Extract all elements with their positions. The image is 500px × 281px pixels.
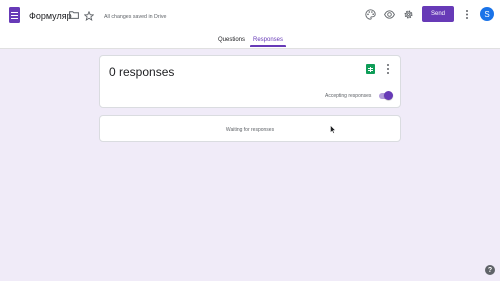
tab-responses[interactable]: Responses xyxy=(253,36,283,44)
mouse-cursor-icon xyxy=(330,121,336,134)
send-button[interactable]: Send xyxy=(422,6,454,22)
responses-count-heading: 0 responses xyxy=(109,65,175,79)
tab-questions[interactable]: Questions xyxy=(218,36,245,44)
google-forms-logo-icon[interactable] xyxy=(9,7,20,23)
star-icon[interactable] xyxy=(84,11,94,21)
summary-more-vert-icon[interactable] xyxy=(385,64,391,74)
account-avatar[interactable]: S xyxy=(480,7,494,21)
settings-gear-icon[interactable] xyxy=(403,9,414,20)
active-tab-indicator xyxy=(250,45,286,47)
form-title[interactable]: Формуляр xyxy=(29,10,72,22)
accepting-responses-toggle-thumb[interactable] xyxy=(384,91,393,100)
waiting-for-responses-card: Waiting for responses xyxy=(99,115,401,142)
top-bar: Формуляр All changes saved in Drive Send… xyxy=(0,0,500,49)
preview-eye-icon[interactable] xyxy=(384,10,395,19)
more-vert-icon[interactable] xyxy=(464,9,470,20)
accepting-responses-label: Accepting responses xyxy=(325,93,372,99)
save-status-text: All changes saved in Drive xyxy=(104,14,167,20)
google-sheets-icon[interactable] xyxy=(366,64,375,74)
waiting-for-responses-text: Waiting for responses xyxy=(225,127,275,133)
help-button[interactable]: ? xyxy=(485,265,495,275)
folder-icon[interactable] xyxy=(69,11,79,19)
responses-summary-card: 0 responses Accepting responses xyxy=(99,55,401,108)
palette-icon[interactable] xyxy=(365,9,376,20)
